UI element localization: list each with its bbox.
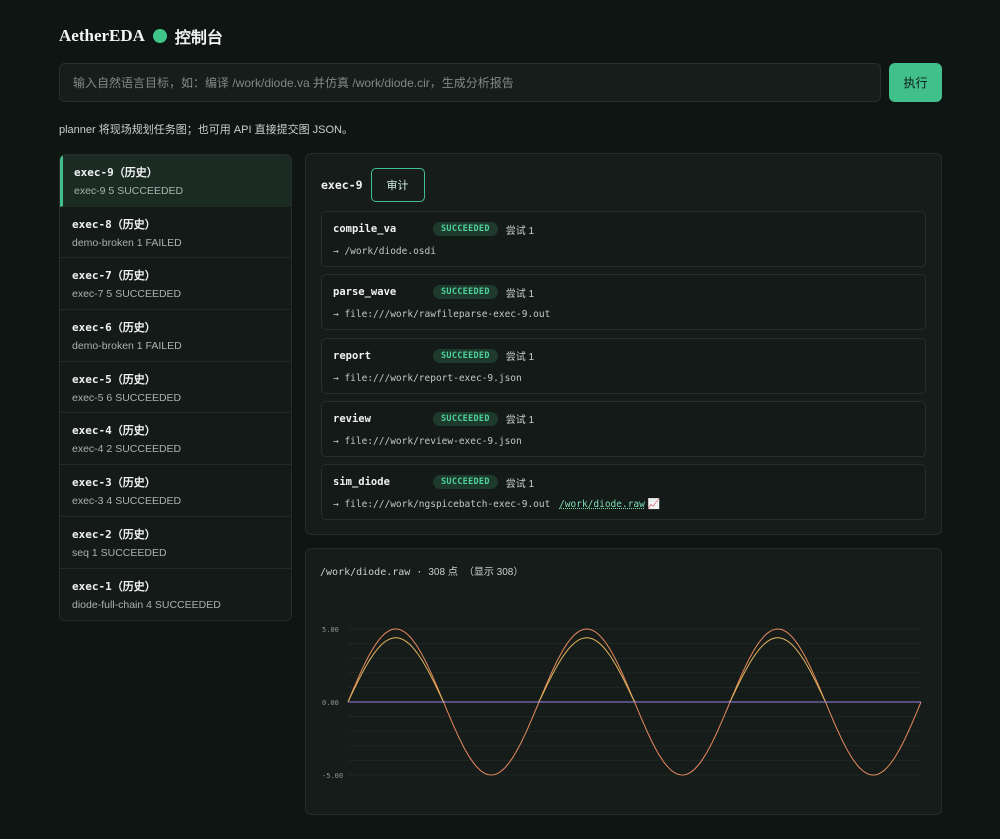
history-item-title: exec-6（历史） — [72, 319, 279, 335]
history-item-title: exec-9（历史） — [74, 164, 279, 180]
task-output-path: → file:///work/report-exec-9.json — [333, 372, 522, 384]
history-item-tag: （历史） — [111, 477, 156, 490]
waveform-link[interactable]: /work/diode.raw — [559, 499, 645, 510]
page-title: 控制台 — [174, 30, 223, 47]
history-item-title: exec-7（历史） — [72, 267, 279, 283]
y-tick-label: -5.00 — [322, 772, 343, 780]
history-item-summary: diode-full-chain 4 SUCCEEDED — [72, 598, 221, 611]
task-name: report — [333, 349, 371, 362]
history-item-title: exec-5（历史） — [72, 371, 279, 387]
series-line-2 — [347, 637, 921, 703]
history-item-tag: （历史） — [113, 167, 158, 179]
task-name: sim_diode — [333, 476, 390, 489]
history-item-tag: （历史） — [111, 322, 156, 335]
task-attempt: 尝试 1 — [505, 288, 535, 300]
history-item-title: exec-1（历史） — [72, 578, 279, 594]
waveform-panel: /work/diode.raw · 308 点 （显示 308） 5.00 0.0… — [305, 548, 942, 815]
history-item-title: exec-4（历史） — [72, 422, 279, 438]
task-output-path: → file:///work/rawfileparse-exec-9.out — [333, 309, 551, 321]
task-card-sim-diode: sim_diode SUCCEEDED 尝试 1 → file:///work/ngs… — [321, 464, 926, 521]
y-tick-label: 0.00 — [322, 699, 339, 707]
app-header: AetherEDA 控制台 — [59, 24, 223, 48]
task-attempt: 尝试 1 — [505, 225, 535, 237]
history-item-title: exec-2（历史） — [72, 526, 279, 542]
status-badge: SUCCEEDED — [433, 222, 498, 236]
history-item-id: exec-3 — [72, 476, 112, 490]
task-output: → file:///work/rawfileparse-exec-9.out — [333, 309, 914, 320]
history-item-title: exec-8（历史） — [72, 216, 279, 232]
history-item-id: exec-4 — [72, 424, 112, 438]
history-item-tag: （历史） — [111, 528, 156, 541]
history-item-tag: （历史） — [111, 425, 156, 438]
history-item-exec-2[interactable]: exec-2（历史） seq 1 SUCCEEDED — [60, 517, 291, 569]
task-card-report: report SUCCEEDED 尝试 1 → file:///work/report… — [321, 337, 926, 394]
history-item-exec-3[interactable]: exec-3（历史） exec-3 4 SUCCEEDED — [60, 465, 291, 517]
task-output: → file:///work/report-exec-9.json — [333, 373, 914, 384]
history-item-exec-8[interactable]: exec-8（历史） demo-broken 1 FAILED — [60, 207, 291, 259]
status-dot-icon — [152, 29, 167, 43]
history-item-id: exec-6 — [72, 321, 112, 335]
history-item-title: exec-3（历史） — [72, 474, 279, 490]
history-item-summary: seq 1 SUCCEEDED — [72, 546, 167, 559]
history-item-id: exec-8 — [72, 217, 112, 231]
history-item-summary: exec-5 6 SUCCEEDED — [72, 391, 182, 404]
brand-title: AetherEDA — [59, 26, 145, 45]
task-card-review: review SUCCEEDED 尝试 1 → file:///work/review… — [321, 400, 926, 457]
task-output: → file:///work/ngspicebatch-exec-9.out /… — [333, 499, 914, 510]
task-output: → /work/diode.osdi — [333, 246, 914, 257]
history-item-tag: （历史） — [111, 270, 156, 283]
history-item-summary: exec-3 4 SUCCEEDED — [72, 495, 182, 508]
task-card-parse-wave: parse_wave SUCCEEDED 尝试 1 → file:///work/ra… — [321, 274, 926, 331]
history-item-summary: exec-4 2 SUCCEEDED — [72, 443, 182, 456]
chart-icon: 📈 — [647, 499, 661, 511]
planner-hint: planner 将现场规划任务图；也可用 API 直接提交图 JSON。 — [59, 124, 353, 136]
history-item-id: exec-1 — [72, 579, 112, 593]
history-item-tag: （历史） — [111, 580, 156, 593]
task-card-compile-va: compile_va SUCCEEDED 尝试 1 → /work/diode.osd… — [321, 211, 926, 267]
history-item-summary: exec-9 5 SUCCEEDED — [74, 185, 184, 197]
history-item-id: exec-5 — [72, 372, 112, 386]
history-item-tag: （历史） — [111, 373, 156, 386]
task-name: compile_va — [333, 223, 397, 235]
goal-input[interactable] — [59, 63, 881, 102]
history-item-id: exec-9 — [74, 166, 114, 179]
task-attempt: 尝试 1 — [505, 478, 535, 490]
task-name: review — [333, 412, 371, 425]
task-attempt: 尝试 1 — [505, 352, 535, 364]
history-item-exec-7[interactable]: exec-7（历史） exec-7 5 SUCCEEDED — [60, 258, 291, 311]
run-button[interactable]: 执行 — [889, 63, 942, 102]
history-item-summary: exec-7 5 SUCCEEDED — [72, 288, 182, 301]
task-output-path: → /work/diode.osdi — [333, 246, 436, 257]
task-attempt: 尝试 1 — [505, 415, 535, 427]
task-output-path: → file:///work/ngspicebatch-exec-9.out — [333, 499, 551, 511]
status-badge: SUCCEEDED — [433, 285, 498, 300]
status-badge: SUCCEEDED — [433, 348, 498, 363]
history-item-id: exec-7 — [72, 269, 112, 283]
task-name: parse_wave — [333, 286, 397, 299]
history-item-exec-6[interactable]: exec-6（历史） demo-broken 1 FAILED — [60, 310, 291, 362]
history-item-id: exec-2 — [72, 527, 112, 541]
history-item-summary: demo-broken 1 FAILED — [72, 340, 182, 353]
status-badge: SUCCEEDED — [433, 475, 498, 490]
review-button[interactable]: 审计 — [370, 168, 425, 202]
status-badge: SUCCEEDED — [433, 411, 498, 426]
execution-detail: exec-9 审计 compile_va SUCCEEDED 尝试 1 → /work… — [305, 153, 942, 535]
detail-exec-id: exec-9 — [321, 178, 363, 192]
history-item-tag: （历史） — [111, 218, 156, 231]
history-item-exec-5[interactable]: exec-5（历史） exec-5 6 SUCCEEDED — [60, 362, 291, 414]
y-tick-label: 5.00 — [322, 626, 339, 634]
history-list: exec-9（历史） exec-9 5 SUCCEEDED exec-8（历史） de… — [59, 154, 292, 622]
task-output-path: → file:///work/review-exec-9.json — [333, 435, 522, 447]
task-list: compile_va SUCCEEDED 尝试 1 → /work/diode.osd… — [321, 211, 926, 521]
task-output: → file:///work/review-exec-9.json — [333, 436, 914, 447]
history-item-exec-4[interactable]: exec-4（历史） exec-4 2 SUCCEEDED — [60, 413, 291, 466]
waveform-chart: 5.00 0.00 -5.00 — [322, 626, 922, 780]
history-item-summary: demo-broken 1 FAILED — [72, 236, 182, 249]
history-item-exec-9[interactable]: exec-9（历史） exec-9 5 SUCCEEDED — [60, 155, 291, 207]
history-item-exec-1[interactable]: exec-1（历史） diode-full-chain 4 SUCCEEDED — [60, 569, 291, 621]
